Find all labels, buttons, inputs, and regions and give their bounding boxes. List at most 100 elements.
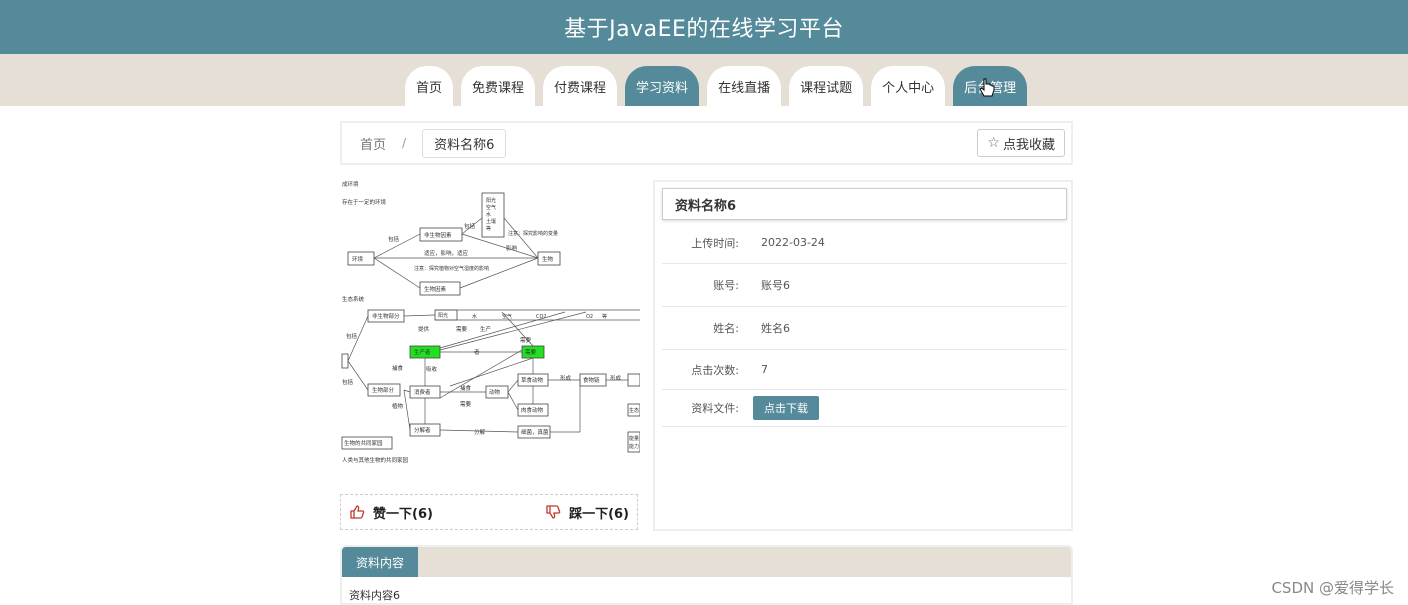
nav-tab-study-materials[interactable]: 学习资料 [625, 66, 700, 106]
material-title: 资料名称6 [662, 188, 1067, 220]
diagram-label: 等 [486, 225, 491, 232]
tab-material-content[interactable]: 资料内容 [342, 547, 419, 577]
diagram-label: 包括 [346, 332, 358, 340]
diagram-label: 生产者 [414, 348, 431, 356]
nav-tab-free-courses[interactable]: 免费课程 [461, 66, 536, 106]
site-title: 基于JavaEE的在线学习平台 [564, 17, 844, 42]
download-button[interactable]: 点击下载 [753, 396, 819, 420]
dislike-button[interactable]: 踩一下(6) [545, 503, 629, 522]
diagram-label: 生态 [629, 407, 639, 414]
nav-tab-personal-center[interactable]: 个人中心 [871, 66, 946, 106]
material-content-section: 资料内容 资料内容6 [340, 545, 1073, 605]
diagram-label: 动物 [489, 388, 501, 396]
diagram-connector [507, 391, 519, 411]
dislike-label: 踩一下(6) [569, 506, 629, 522]
diagram-label: 细菌，真菌 [521, 428, 549, 436]
content-tab-bar: 资料内容 [342, 547, 1071, 577]
diagram-label: 分解 [474, 428, 486, 436]
diagram-connector [403, 314, 436, 317]
diagram-label: 包括 [464, 222, 476, 230]
diagram-label: 肉食动物 [521, 406, 544, 414]
diagram-label: 注意：探究植物对空气湿度的影响 [414, 265, 489, 272]
diagram-label: 土壤 [486, 218, 496, 225]
favorite-button[interactable]: ☆ 点我收藏 [977, 129, 1065, 157]
site-header: 基于JavaEE的在线学习平台 [0, 0, 1408, 54]
diagram-label: 需要 [456, 326, 468, 333]
diagram-label: 人类与其他生物的共同家园 [342, 456, 409, 464]
detail-value: 账号6 [761, 279, 790, 292]
diagram-label: 需要 [525, 349, 537, 356]
breadcrumb-current: 资料名称6 [422, 128, 507, 158]
diagram-label: 能力 [629, 443, 639, 450]
breadcrumb-separator: / [402, 136, 407, 150]
nav-tab-home[interactable]: 首页 [405, 66, 454, 106]
detail-row-account: 账号: 账号6 [662, 264, 1067, 307]
diagram-label: O2 [586, 314, 593, 320]
main-nav: 首页 免费课程 付费课程 学习资料 在线直播 课程试题 个人中心 后台管理 [405, 66, 1028, 106]
diagram-connector [439, 349, 523, 399]
detail-row-file: 资料文件: 点击下载 [662, 390, 1067, 427]
nav-tab-course-exams[interactable]: 课程试题 [789, 66, 864, 106]
detail-row-upload-time: 上传时间: 2022-03-24 [662, 222, 1067, 264]
detail-label: 点击次数: [691, 363, 739, 377]
diagram-label: 生产 [480, 325, 492, 333]
watermark: CSDN @爱得学长 [1271, 579, 1394, 597]
detail-label: 账号: [713, 279, 739, 292]
diagram-connector [503, 217, 539, 259]
detail-label: 上传时间: [691, 236, 739, 250]
diagram-label: 阳光 [438, 312, 448, 319]
detail-label: 姓名: [713, 322, 739, 335]
detail-row-name: 姓名: 姓名6 [662, 307, 1067, 350]
diagram-label: 适应，影响，适应 [424, 249, 469, 257]
diagram-label: 捕食 [392, 364, 404, 372]
diagram-label: 生物 [542, 255, 554, 263]
nav-tab-live[interactable]: 在线直播 [707, 66, 782, 106]
nav-tab-paid-courses[interactable]: 付费课程 [543, 66, 618, 106]
detail-value: 7 [761, 363, 768, 376]
detail-label: 资料文件: [691, 402, 739, 415]
diagram-connector [459, 257, 539, 289]
diagram-label: 成环境 [342, 180, 359, 188]
detail-value: 姓名6 [761, 322, 790, 335]
diagram-label: 需要 [460, 401, 472, 408]
diagram-connector [403, 389, 411, 431]
diagram-label: 分解者 [414, 426, 431, 434]
material-cover-image: 成环境 存在于一定的环境 阳光 空气水土壤等非生物因素 包括 包括 环境 生物 影响 注意：探究影… [340, 178, 640, 468]
detail-value: 2022-03-24 [761, 236, 825, 249]
diagram-connector [461, 233, 539, 259]
diagram-label: 非生物因素 [424, 231, 452, 239]
diagram-label: 非生物部分 [372, 312, 400, 320]
diagram-label: 空气 [486, 204, 496, 211]
diagram-label: 环境 [352, 255, 364, 263]
thumbs-up-icon [350, 505, 365, 519]
diagram-label: 消费者 [414, 388, 431, 396]
vote-bar: 赞一下(6) 踩一下(6) [340, 494, 638, 530]
diagram-connector [507, 379, 519, 393]
diagram-label: 生物因素 [424, 285, 447, 293]
diagram-label: 提供 [418, 325, 430, 333]
diagram-label: 水 [486, 211, 491, 218]
diagram-connector [373, 257, 421, 289]
detail-row-click-count: 点击次数: 7 [662, 350, 1067, 390]
like-button[interactable]: 赞一下(6) [349, 503, 433, 522]
diagram-label: 形成 [560, 374, 572, 382]
diagram-label: 形成 [610, 374, 622, 382]
diagram-label: 生态系统 [342, 295, 365, 303]
diagram-label: 生物部分 [372, 386, 395, 394]
breadcrumb-home-link[interactable]: 首页 [360, 134, 386, 153]
diagram-label: 水 [472, 313, 477, 320]
like-label: 赞一下(6) [373, 506, 433, 522]
diagram-label: 食物链 [583, 376, 600, 384]
hand-cursor-icon [979, 78, 995, 97]
diagram-label: 草食动物 [521, 376, 544, 384]
diagram-connector [403, 389, 411, 393]
diagram-label: 包括 [342, 378, 354, 386]
diagram-label: 存在于一定的环境 [342, 198, 387, 206]
thumbs-down-icon [546, 505, 561, 519]
diagram-label: 能量 [629, 435, 639, 442]
diagram-label: 生物的共同家园 [344, 439, 383, 447]
diagram-box [341, 353, 349, 369]
diagram-box [627, 373, 640, 387]
diagram-label: 吸收 [426, 365, 438, 373]
concept-map-diagram: 成环境存在于一定的环境 阳光空气水土壤等非生物因素包括包括环境 生物影响注意：探究影… [341, 180, 640, 464]
